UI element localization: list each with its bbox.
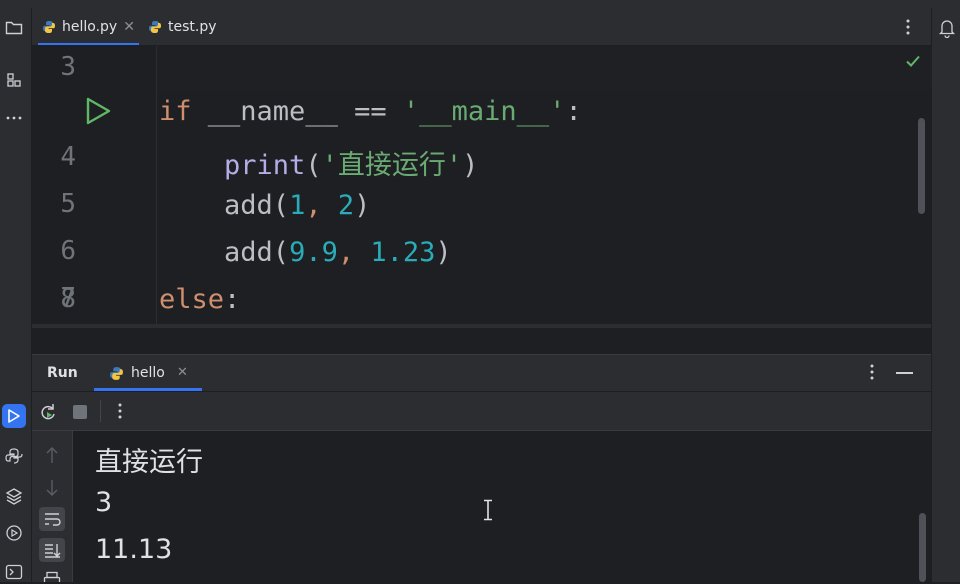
print-icon[interactable] — [43, 571, 61, 582]
tab-label: test.py — [168, 18, 217, 35]
paren: ) — [462, 150, 479, 181]
console-output-line: 11.13 — [95, 534, 173, 565]
string-main: '__main__' — [402, 96, 566, 127]
line-number: 6 — [60, 236, 76, 266]
run-gutter-icon[interactable] — [84, 96, 114, 126]
tab-options-icon[interactable] — [898, 17, 918, 37]
run-tab-label: hello — [131, 365, 165, 381]
line-number: 4 — [60, 142, 76, 172]
number-literal: 2 — [337, 190, 355, 221]
run-toolbar — [32, 392, 931, 431]
arrow-down-icon[interactable] — [45, 478, 59, 498]
colon: : — [565, 96, 582, 127]
console-side-toolbar — [32, 431, 73, 582]
console-scrollbar[interactable] — [919, 513, 926, 582]
number-literal: 1.23 — [370, 237, 436, 268]
run-panel-header: Run hello ✕ — [32, 355, 931, 391]
paren: ) — [435, 237, 452, 268]
run-options-icon[interactable] — [870, 364, 880, 382]
number-literal: 1 — [289, 190, 306, 221]
paren: ) — [354, 190, 371, 221]
string-literal: '直接运行' — [321, 150, 463, 181]
run-icon[interactable] — [2, 404, 26, 428]
comma: , — [305, 190, 338, 221]
layers-icon[interactable] — [2, 484, 26, 508]
terminal-icon[interactable] — [2, 560, 26, 584]
keyword-else: else — [159, 284, 225, 315]
more-icon[interactable] — [2, 106, 26, 130]
minimize-icon[interactable] — [896, 372, 913, 374]
python-console-icon[interactable] — [2, 444, 26, 468]
colon: : — [224, 284, 241, 315]
tab-label: hello.py — [62, 18, 118, 35]
structure-icon[interactable] — [2, 68, 26, 92]
left-toolbar — [0, 8, 32, 582]
keyword-if: if — [159, 96, 192, 127]
call-add: add( — [224, 190, 290, 221]
python-file-icon — [148, 20, 162, 34]
builtin-print: print — [224, 150, 306, 181]
python-file-icon — [42, 20, 56, 34]
text-cursor-icon — [482, 499, 494, 521]
run-panel-title: Run — [47, 365, 78, 381]
code-line-6: add(1, 2) — [159, 190, 370, 221]
toolbar-divider — [100, 400, 101, 422]
notifications-icon[interactable] — [938, 18, 956, 39]
services-icon[interactable] — [2, 521, 26, 545]
comma: , — [337, 237, 371, 268]
gutter-divider — [156, 46, 157, 324]
sticky-line-area — [32, 46, 931, 90]
python-file-icon — [109, 366, 124, 385]
editor-scrollbar[interactable] — [918, 118, 925, 214]
spacer — [32, 328, 931, 354]
run-tab-hello[interactable]: hello ✕ — [94, 355, 202, 391]
editor-tab-bar: hello.py ✕ test.py — [32, 8, 931, 46]
identifier-name: __name__ — [207, 96, 338, 127]
active-tab-indicator — [94, 388, 202, 391]
rerun-icon[interactable] — [38, 402, 58, 422]
soft-wrap-icon[interactable] — [39, 507, 65, 531]
inspection-ok-icon[interactable] — [904, 52, 924, 72]
code-line-5: print('直接运行') — [159, 143, 478, 182]
right-toolbar — [931, 8, 960, 582]
scroll-to-end-icon[interactable] — [39, 538, 65, 562]
close-tab-icon[interactable]: ✕ — [123, 19, 135, 35]
number-literal: 9.9 — [289, 237, 338, 268]
folder-icon[interactable] — [2, 16, 26, 40]
editor-gutter: 3 4 5 6 7 — [32, 46, 156, 324]
line-number: 3 — [60, 52, 76, 82]
code-line-8: else: — [159, 284, 240, 315]
tab-test-py[interactable]: test.py — [148, 8, 217, 45]
stop-icon[interactable] — [73, 405, 87, 419]
tab-hello-py[interactable]: hello.py ✕ — [38, 8, 139, 45]
arrow-up-icon[interactable] — [45, 445, 59, 465]
line-number: 8 — [60, 284, 76, 314]
code-line-4: if __name__ == '__main__': — [159, 96, 582, 127]
console-output-line: 直接运行 — [95, 447, 203, 478]
code-line-7: add(9.9, 1.23) — [159, 237, 452, 268]
call-add: add( — [224, 237, 290, 268]
title-strip — [0, 0, 960, 8]
more-actions-icon[interactable] — [118, 403, 122, 419]
console-output-line: 3 — [95, 487, 113, 518]
close-run-tab-icon[interactable]: ✕ — [177, 365, 188, 380]
paren: ( — [305, 150, 322, 181]
operator-eq: == — [354, 96, 387, 127]
line-number: 5 — [60, 189, 76, 219]
